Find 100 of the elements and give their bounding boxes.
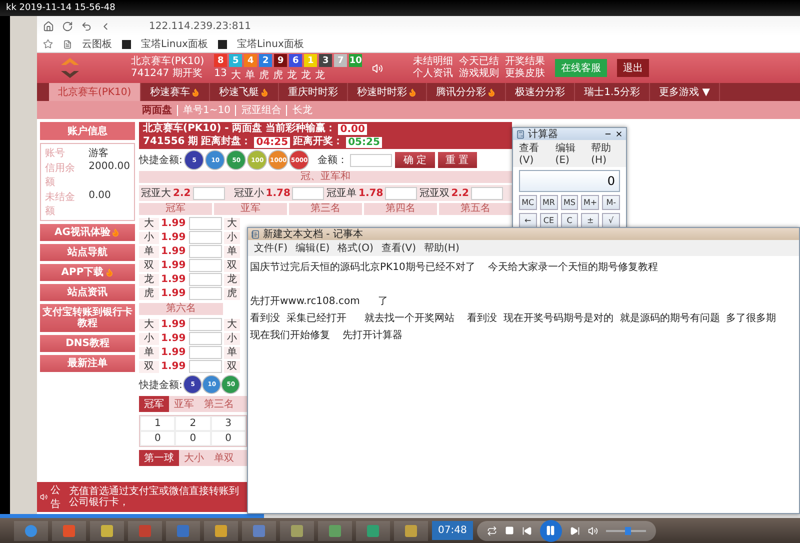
bet-field[interactable] (189, 217, 222, 230)
start-icon[interactable] (14, 520, 48, 540)
bet-field[interactable] (189, 273, 222, 286)
bet-label: 单 (224, 246, 240, 258)
bet-field[interactable] (292, 186, 324, 200)
square-icon[interactable] (218, 40, 227, 48)
odds-value: 1.78 (358, 188, 384, 198)
bet-label: 龙 (139, 274, 159, 286)
bet-field[interactable] (189, 318, 222, 331)
repeat-icon[interactable] (486, 526, 497, 536)
header-link[interactable]: 更换皮肤 (505, 68, 546, 80)
calculator-key[interactable]: CE (540, 213, 558, 228)
header-link[interactable]: 个人资讯 (413, 68, 454, 80)
ball-tab[interactable]: 第一球 (139, 450, 179, 466)
previous-icon[interactable] (522, 526, 532, 536)
odds-value: 1.99 (161, 218, 187, 229)
menu-item[interactable]: 编辑(E) (296, 241, 330, 255)
menu-item[interactable]: 格式(O) (338, 241, 374, 255)
service-button[interactable]: 在线客服 (555, 59, 608, 77)
volume-icon[interactable] (588, 526, 598, 536)
address-field[interactable]: 122.114.239.23:811 (149, 20, 251, 32)
document-icon[interactable] (63, 40, 72, 48)
calculator-key[interactable]: ← (519, 213, 537, 228)
next-icon[interactable] (570, 526, 580, 536)
calculator-key[interactable]: MR (540, 195, 558, 210)
bet-field[interactable] (189, 245, 222, 258)
calculator-key[interactable]: MS (560, 195, 578, 210)
amount-field[interactable] (350, 154, 392, 166)
close-icon[interactable] (615, 130, 623, 138)
calculator-key[interactable]: √ (602, 213, 620, 228)
bet-field[interactable] (470, 186, 503, 200)
square-icon[interactable] (122, 40, 131, 48)
calculator-key[interactable]: ± (581, 213, 600, 228)
calculator-key[interactable]: C (560, 213, 578, 228)
header-link[interactable]: 未结明细 (413, 56, 454, 68)
app-icon[interactable] (318, 520, 352, 540)
app-icon[interactable] (280, 520, 314, 540)
reset-button[interactable]: 重 置 (438, 152, 477, 168)
pause-button[interactable] (540, 520, 562, 542)
star-icon[interactable] (43, 39, 53, 49)
menu-item[interactable]: 查看(V) (381, 241, 416, 255)
progress-bar[interactable] (0, 514, 800, 518)
result-tab[interactable]: 冠军 (139, 396, 169, 412)
bet-field[interactable] (189, 259, 222, 272)
header-link[interactable]: 今天已结 (459, 56, 500, 68)
bet-field[interactable] (189, 287, 222, 300)
menu-item[interactable]: 帮助(H) (424, 241, 460, 255)
sidebar-button[interactable]: 站点资讯 (40, 284, 135, 301)
bet-field[interactable] (189, 231, 222, 244)
app-icon[interactable] (166, 520, 200, 540)
menu-item[interactable]: 帮助(H) (591, 141, 620, 166)
app-icon[interactable] (394, 520, 428, 540)
home-icon[interactable] (43, 20, 54, 32)
logout-button[interactable]: 退出 (617, 59, 650, 77)
sidebar-button[interactable]: APP下载 (40, 264, 135, 281)
bet-field[interactable] (189, 332, 222, 345)
menu-item[interactable]: 编辑(E) (555, 141, 584, 166)
sidebar-button[interactable]: AG视讯体验 (40, 224, 135, 241)
sub-tab[interactable]: 两面盘 (137, 104, 177, 116)
bookmark[interactable]: 云图板 (82, 37, 112, 51)
speaker-icon[interactable] (372, 62, 384, 74)
table-header: 2 (175, 416, 211, 431)
column-header: 第五名 (439, 203, 512, 215)
result-label: 龙 (314, 68, 325, 82)
bookmark[interactable]: 宝塔Linux面板 (141, 37, 208, 51)
app-icon[interactable] (204, 520, 238, 540)
confirm-button[interactable]: 确 定 (395, 152, 435, 168)
calculator-key[interactable]: M- (602, 195, 620, 210)
result-label: 虎 (272, 68, 283, 82)
menu-item[interactable]: 文件(F) (254, 241, 288, 255)
ball-tab[interactable]: 大小 (179, 450, 209, 466)
sidebar-button[interactable]: DNS教程 (40, 335, 135, 352)
calculator-key[interactable]: M+ (581, 195, 600, 210)
sidebar-button[interactable]: 最新注单 (40, 355, 135, 372)
sidebar-button[interactable]: 站点导航 (40, 244, 135, 261)
app-icon[interactable] (356, 520, 390, 540)
reload-icon[interactable] (62, 20, 73, 32)
profit-value: 0.00 (338, 124, 367, 134)
app-icon[interactable] (128, 520, 162, 540)
bet-label: 虎 (224, 288, 240, 300)
result-tab[interactable]: 第三名 (199, 396, 239, 412)
result-tab[interactable]: 亚军 (169, 396, 199, 412)
bookmark[interactable]: 宝塔Linux面板 (236, 37, 304, 51)
calculator-key[interactable]: MC (519, 195, 537, 210)
app-icon[interactable] (242, 520, 276, 540)
stop-icon[interactable] (504, 526, 514, 535)
bet-field[interactable] (385, 186, 418, 200)
bet-label: 双 (224, 360, 240, 372)
sidebar-button[interactable]: 支付宝转账到银行卡教程 (40, 304, 135, 332)
header-link[interactable]: 游戏规则 (459, 68, 500, 80)
bet-field[interactable] (189, 346, 222, 359)
text-line: 就去找一个开奖网站 看到没 现在开奖号码期号是对的 就是源码的期号有问题 多了很多期 (364, 312, 776, 324)
menu-item[interactable]: 查看(V) (519, 141, 548, 166)
app-icon[interactable] (90, 520, 124, 540)
bet-field[interactable] (189, 360, 222, 373)
ball-tab[interactable]: 单双 (209, 450, 239, 466)
app-icon[interactable] (52, 520, 86, 540)
bet-field[interactable] (192, 186, 225, 200)
undo-icon[interactable] (81, 20, 92, 32)
header-link[interactable]: 开奖结果 (505, 56, 546, 68)
